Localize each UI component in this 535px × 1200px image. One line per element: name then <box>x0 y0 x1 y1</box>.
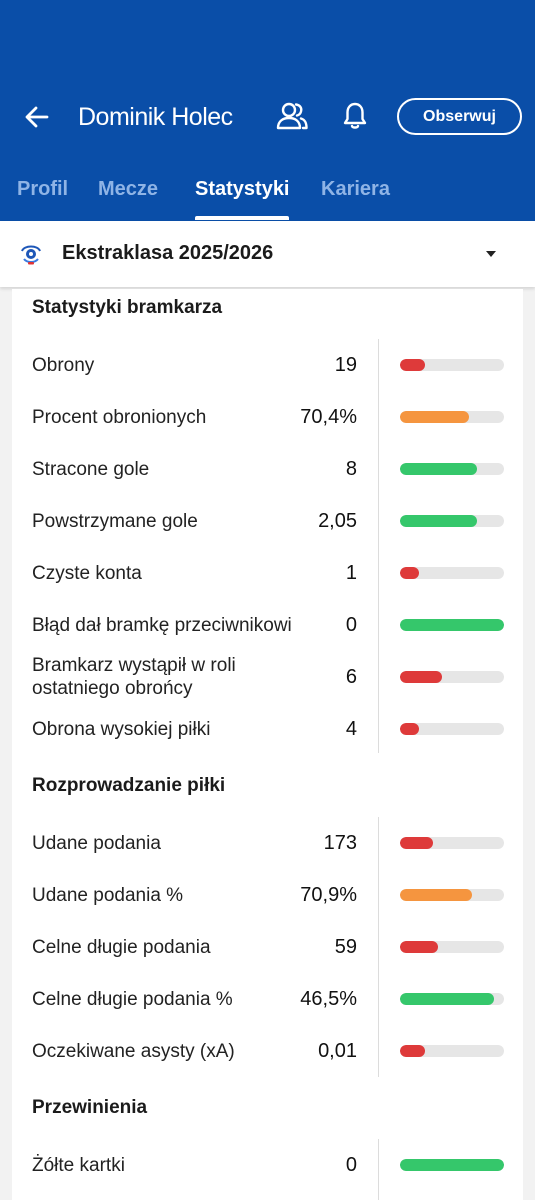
percentile-bar-fill <box>400 993 494 1005</box>
stat-value: 70,9% <box>300 883 357 906</box>
stat-row[interactable]: Udane podania 173 <box>12 817 523 869</box>
stat-label: Obrona wysokiej piłki <box>32 718 211 740</box>
tab-kariera[interactable]: Kariera <box>321 178 390 201</box>
stat-value: 59 <box>334 935 357 958</box>
stat-row[interactable]: Obrony 19 <box>12 339 523 391</box>
percentile-bar-fill <box>400 567 419 579</box>
stat-label: Powstrzymane gole <box>32 510 198 532</box>
stat-value: 0 <box>345 613 357 636</box>
chevron-down-icon[interactable] <box>486 251 496 257</box>
percentile-bar-fill <box>400 359 425 371</box>
stats-card: Statystyki bramkarza Rozprowadzanie piłk… <box>12 289 523 1200</box>
stat-row[interactable]: Celne długie podania % 46,5% <box>12 973 523 1025</box>
stat-row[interactable]: Czyste konta 1 <box>12 547 523 599</box>
stat-row[interactable]: Błąd dał bramkę przeciwnikowi 0 <box>12 599 523 651</box>
stat-row[interactable]: Obrona wysokiej piłki 4 <box>12 703 523 755</box>
tab-mecze[interactable]: Mecze <box>98 178 158 201</box>
percentile-bar <box>400 993 504 1005</box>
player-name: Dominik Holec <box>78 103 233 131</box>
stat-label: Procent obronionych <box>32 406 207 428</box>
percentile-bar <box>400 619 504 631</box>
percentile-bar <box>400 671 504 683</box>
people-icon[interactable] <box>276 101 308 131</box>
stat-value: 0,01 <box>318 1039 357 1062</box>
stat-value: 8 <box>345 457 357 480</box>
stat-value: 19 <box>334 353 357 376</box>
stat-label: Bramkarz wystąpił w roli ostatniego obro… <box>32 655 236 699</box>
stat-row[interactable]: Stracone gole 8 <box>12 443 523 495</box>
percentile-bar <box>400 1159 504 1171</box>
stat-row[interactable]: Celne długie podania 59 <box>12 921 523 973</box>
section-title-goalkeeping: Statystyki bramkarza <box>32 297 223 318</box>
percentile-bar <box>400 463 504 475</box>
ekstraklasa-logo-icon <box>21 245 41 265</box>
stat-value: 46,5% <box>300 987 357 1010</box>
stat-row[interactable]: Udane podania % 70,9% <box>12 869 523 921</box>
bell-icon[interactable] <box>341 101 369 131</box>
stat-label: Czyste konta <box>32 562 142 584</box>
tab-bar: Profil Mecze Statystyki Kariera <box>0 170 535 221</box>
stat-label: Udane podania <box>32 832 161 854</box>
percentile-bar-fill <box>400 671 442 683</box>
active-tab-indicator <box>195 216 289 220</box>
section-title-discipline: Przewinienia <box>32 1097 148 1118</box>
percentile-bar <box>400 359 504 371</box>
percentile-bar <box>400 941 504 953</box>
percentile-bar-fill <box>400 463 477 475</box>
percentile-bar-fill <box>400 515 477 527</box>
stat-value: 6 <box>345 665 357 688</box>
stat-value: 173 <box>323 831 357 854</box>
stat-value: 1 <box>345 561 357 584</box>
percentile-bar-fill <box>400 619 504 631</box>
stat-row[interactable]: Powstrzymane gole 2,05 <box>12 495 523 547</box>
stat-label: Stracone gole <box>32 458 150 480</box>
follow-button[interactable]: Obserwuj <box>397 98 522 135</box>
percentile-bar-fill <box>400 1045 425 1057</box>
percentile-bar-fill <box>400 1159 504 1171</box>
percentile-bar <box>400 411 504 423</box>
percentile-bar-fill <box>400 889 472 901</box>
section-title-distribution: Rozprowadzanie piłki <box>32 775 226 796</box>
percentile-bar-fill <box>400 941 439 953</box>
percentile-bar-fill <box>400 837 434 849</box>
stat-row[interactable]: Żółte kartki 0 <box>12 1139 523 1191</box>
tab-profil[interactable]: Profil <box>17 178 68 201</box>
stat-value: 2,05 <box>318 509 357 532</box>
stat-value: 70,4% <box>300 405 357 428</box>
percentile-bar <box>400 567 504 579</box>
percentile-bar <box>400 723 504 735</box>
stat-row[interactable]: Oczekiwane asysty (xA) 0,01 <box>12 1025 523 1077</box>
app-header: Dominik Holec Obserwuj Profil Mecze Stat… <box>0 0 535 221</box>
stat-value: 0 <box>345 1153 357 1176</box>
percentile-bar <box>400 837 504 849</box>
percentile-bar-fill <box>400 723 419 735</box>
stat-label: Obrony <box>32 354 95 376</box>
stat-label: Oczekiwane asysty (xA) <box>32 1040 235 1062</box>
stat-label: Celne długie podania % <box>32 988 233 1010</box>
stat-row[interactable]: Bramkarz wystąpił w roli ostatniego obro… <box>12 651 523 703</box>
percentile-bar <box>400 515 504 527</box>
stat-row[interactable]: Procent obronionych 70,4% <box>12 391 523 443</box>
league-selector[interactable]: Ekstraklasa 2025/2026 <box>0 221 535 287</box>
league-name: Ekstraklasa 2025/2026 <box>62 242 274 264</box>
percentile-bar-fill <box>400 411 469 423</box>
stat-label: Udane podania % <box>32 884 184 906</box>
stat-value: 4 <box>345 717 357 740</box>
stat-label: Żółte kartki <box>32 1154 125 1176</box>
stat-label: Błąd dał bramkę przeciwnikowi <box>32 614 292 636</box>
arrow-left-icon[interactable] <box>22 102 52 132</box>
percentile-bar <box>400 1045 504 1057</box>
tab-statystyki[interactable]: Statystyki <box>195 178 290 201</box>
stat-label: Celne długie podania <box>32 936 211 958</box>
percentile-bar <box>400 889 504 901</box>
